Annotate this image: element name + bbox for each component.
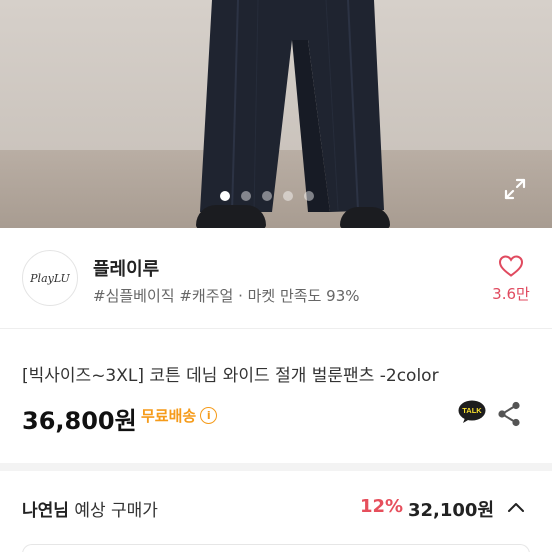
- chevron-up-icon[interactable]: [506, 498, 526, 516]
- shipping-label: 무료배송: [141, 407, 197, 425]
- carousel-dot[interactable]: [304, 191, 314, 201]
- buyer-name: 나연님: [22, 501, 69, 521]
- expand-icon[interactable]: [503, 177, 527, 201]
- photo-shoe-right: [340, 207, 390, 228]
- carousel-dot-active[interactable]: [220, 191, 230, 201]
- carousel-dots: [220, 191, 314, 201]
- share-icon[interactable]: [497, 401, 521, 427]
- section-gap: [0, 463, 552, 471]
- discount-rate: 12%: [360, 496, 404, 517]
- seller-name[interactable]: 플레이루: [93, 255, 159, 281]
- product-image-carousel[interactable]: [0, 0, 552, 228]
- expected-label-text: 예상 구매가: [68, 501, 158, 521]
- kakaotalk-icon[interactable]: TALK: [458, 400, 486, 424]
- product-title: [빅사이즈~3XL] 코튼 데님 와이드 절개 벌룬팬츠 -2color: [22, 366, 439, 386]
- seller-tags: #심플베이직 #캐주얼 · 마켓 만족도 93%: [93, 287, 360, 305]
- coupon-card[interactable]: [22, 544, 530, 552]
- final-price: 32,100원: [408, 500, 495, 521]
- info-icon[interactable]: i: [200, 407, 218, 424]
- seller-section[interactable]: PlayLU 플레이루 #심플베이직 #캐주얼 · 마켓 만족도 93% 3.6…: [0, 228, 552, 328]
- photo-shoe-left: [196, 205, 266, 228]
- carousel-dot[interactable]: [262, 191, 272, 201]
- divider: [0, 328, 552, 329]
- expected-price-label: 나연님 예상 구매가: [22, 496, 158, 521]
- carousel-dot[interactable]: [241, 191, 251, 201]
- product-price: 36,800원: [22, 407, 137, 435]
- likes-count: 3.6만: [492, 285, 530, 303]
- kakaotalk-label: TALK: [462, 406, 482, 415]
- heart-outline-icon[interactable]: [498, 254, 524, 278]
- seller-logo-text: PlayLU: [30, 271, 70, 285]
- carousel-dot[interactable]: [283, 191, 293, 201]
- product-photo-pants: [200, 0, 384, 213]
- seller-logo[interactable]: PlayLU: [22, 250, 78, 306]
- free-shipping-badge[interactable]: 무료배송 i: [141, 405, 218, 426]
